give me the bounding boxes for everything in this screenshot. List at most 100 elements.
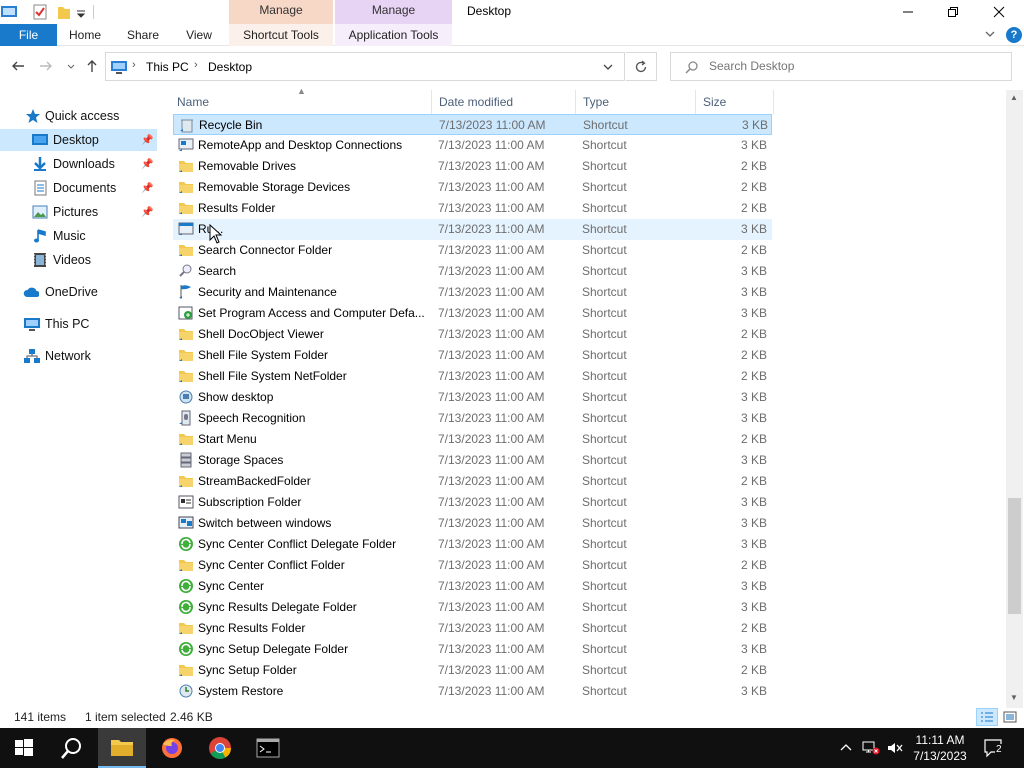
explorer-icon[interactable] (0, 3, 18, 21)
address-bar[interactable]: › This PC › Desktop (105, 52, 625, 81)
nav-item-videos[interactable]: Videos (0, 249, 157, 271)
table-row[interactable]: Recycle Bin 7/13/2023 11:00 AM Shortcut 3 K… (173, 114, 772, 135)
table-row[interactable]: Results Folder 7/13/2023 11:00 AM Shortcut… (173, 198, 772, 219)
show-hidden-icons-button[interactable] (839, 740, 853, 757)
taskbar-chrome[interactable] (196, 728, 244, 768)
table-row[interactable]: Removable Drives 7/13/2023 11:00 AM Shortc… (173, 156, 772, 177)
large-icons-view-icon (1003, 711, 1017, 723)
table-row[interactable]: Sync Results Delegate Folder 7/13/2023 11… (173, 597, 772, 618)
column-header-date[interactable]: Date modified (432, 90, 576, 114)
table-row[interactable]: Sync Results Folder 7/13/2023 11:00 AM Sho… (173, 618, 772, 639)
nav-item-documents[interactable]: Documents 📌 (0, 177, 157, 199)
sync-icon (178, 599, 194, 615)
nav-item-downloads[interactable]: Downloads 📌 (0, 153, 157, 175)
pin-icon[interactable]: 📌 (141, 135, 153, 146)
column-header-type[interactable]: Type (576, 90, 696, 114)
table-row[interactable]: Switch between windows 7/13/2023 11:00 AM… (173, 513, 772, 534)
table-row[interactable]: Ru... 7/13/2023 11:00 AM Shortcut 3 KB (173, 219, 772, 240)
tab-shortcut-tools[interactable]: Shortcut Tools (229, 24, 333, 46)
pin-icon[interactable]: 📌 (141, 207, 153, 218)
table-row[interactable]: Sync Setup Delegate Folder 7/13/2023 11:0… (173, 639, 772, 660)
nav-item-this-pc[interactable]: This PC (0, 313, 157, 335)
tab-view[interactable]: View (174, 24, 224, 46)
taskbar-search-button[interactable] (48, 728, 96, 768)
taskbar-clock[interactable]: 11:11 AM 7/13/2023 (908, 732, 972, 764)
table-row[interactable]: Set Program Access and Computer Defa... 7… (173, 303, 772, 324)
details-view-button[interactable] (976, 708, 998, 726)
taskbar-file-explorer[interactable] (98, 728, 146, 768)
tab-file[interactable]: File (0, 24, 57, 46)
pin-icon[interactable]: 📌 (141, 159, 153, 170)
back-button[interactable] (10, 58, 26, 74)
table-row[interactable]: Start Menu 7/13/2023 11:00 AM Shortcut 2 KB (173, 429, 772, 450)
search-box[interactable] (670, 52, 1012, 81)
table-row[interactable]: Search Connector Folder 7/13/2023 11:00 A… (173, 240, 772, 261)
taskbar-terminal[interactable] (244, 728, 292, 768)
properties-icon[interactable] (32, 3, 48, 21)
vertical-scrollbar[interactable]: ▲ ▼ (1006, 90, 1023, 708)
refresh-button[interactable] (626, 52, 657, 81)
help-button[interactable]: ? (1006, 27, 1022, 43)
nav-item-onedrive[interactable]: OneDrive (0, 281, 157, 303)
table-row[interactable]: Sync Setup Folder 7/13/2023 11:00 AM Short… (173, 660, 772, 681)
table-row[interactable]: Search 7/13/2023 11:00 AM Shortcut 3 KB (173, 261, 772, 282)
breadcrumb-desktop[interactable]: Desktop (208, 60, 252, 74)
large-icons-view-button[interactable] (999, 708, 1021, 726)
table-row[interactable]: Sync Center Conflict Folder 7/13/2023 11:… (173, 555, 772, 576)
tab-application-tools[interactable]: Application Tools (335, 24, 452, 46)
scroll-down-icon[interactable]: ▼ (1010, 693, 1018, 702)
table-row[interactable]: StreamBackedFolder 7/13/2023 11:00 AM Shor… (173, 471, 772, 492)
qat-customize-icon[interactable] (76, 3, 86, 21)
nav-item-desktop[interactable]: Desktop 📌 (0, 129, 157, 151)
file-date: 7/13/2023 11:00 AM (438, 453, 545, 467)
scrollbar-thumb[interactable] (1008, 498, 1021, 614)
recent-locations-button[interactable] (63, 58, 79, 74)
file-name: Sync Center Conflict Delegate Folder (198, 537, 397, 551)
breadcrumb-separator-icon[interactable]: › (132, 59, 136, 71)
column-header-name[interactable]: Name (170, 90, 432, 114)
table-row[interactable]: Removable Storage Devices 7/13/2023 11:00… (173, 177, 772, 198)
column-header-size[interactable]: Size (696, 90, 774, 114)
notification-center-button[interactable]: 2 (983, 738, 1005, 761)
close-button[interactable] (976, 0, 1022, 24)
new-folder-icon[interactable] (57, 3, 71, 21)
nav-item-network[interactable]: Network (0, 345, 157, 367)
clock-date: 7/13/2023 (913, 749, 967, 763)
tab-share[interactable]: Share (116, 24, 170, 46)
search-input[interactable] (709, 59, 999, 73)
file-name: Storage Spaces (198, 453, 284, 467)
file-date: 7/13/2023 11:00 AM (438, 411, 545, 425)
network-status-icon[interactable] (862, 740, 880, 759)
table-row[interactable]: Sync Center 7/13/2023 11:00 AM Shortcut 3 K… (173, 576, 772, 597)
nav-item-quick-access[interactable]: Quick access (0, 105, 157, 127)
table-row[interactable]: Storage Spaces 7/13/2023 11:00 AM Shortcut… (173, 450, 772, 471)
minimize-button[interactable] (885, 0, 931, 24)
table-row[interactable]: Security and Maintenance 7/13/2023 11:00 … (173, 282, 772, 303)
file-list: ▲ Name Date modified Type Size Recycle B… (170, 86, 1006, 708)
address-history-button[interactable] (602, 61, 614, 76)
table-row[interactable]: RemoteApp and Desktop Connections 7/13/20… (173, 135, 772, 156)
forward-button[interactable] (38, 58, 54, 74)
taskbar-firefox[interactable] (148, 728, 196, 768)
volume-muted-icon[interactable] (886, 740, 904, 759)
up-button[interactable] (84, 58, 100, 74)
ribbon-expand-icon[interactable] (984, 28, 996, 43)
breadcrumb-this-pc[interactable]: This PC (146, 60, 189, 74)
scroll-up-icon[interactable]: ▲ (1010, 93, 1018, 102)
nav-item-music[interactable]: Music (0, 225, 157, 247)
table-row[interactable]: Shell File System Folder 7/13/2023 11:00 … (173, 345, 772, 366)
breadcrumb-separator-icon[interactable]: › (194, 59, 198, 71)
table-row[interactable]: Show desktop 7/13/2023 11:00 AM Shortcut 3 … (173, 387, 772, 408)
table-row[interactable]: System Restore 7/13/2023 11:00 AM Shortcut… (173, 681, 772, 702)
nav-item-pictures[interactable]: Pictures 📌 (0, 201, 157, 223)
table-row[interactable]: Subscription Folder 7/13/2023 11:00 AM Sho… (173, 492, 772, 513)
start-button[interactable] (0, 728, 48, 768)
file-name: Security and Maintenance (198, 285, 337, 299)
table-row[interactable]: Shell File System NetFolder 7/13/2023 11:… (173, 366, 772, 387)
table-row[interactable]: Sync Center Conflict Delegate Folder 7/13… (173, 534, 772, 555)
table-row[interactable]: Shell DocObject Viewer 7/13/2023 11:00 AM… (173, 324, 772, 345)
tab-home[interactable]: Home (58, 24, 112, 46)
restore-button[interactable] (930, 0, 976, 24)
table-row[interactable]: Speech Recognition 7/13/2023 11:00 AM Shor… (173, 408, 772, 429)
pin-icon[interactable]: 📌 (141, 183, 153, 194)
